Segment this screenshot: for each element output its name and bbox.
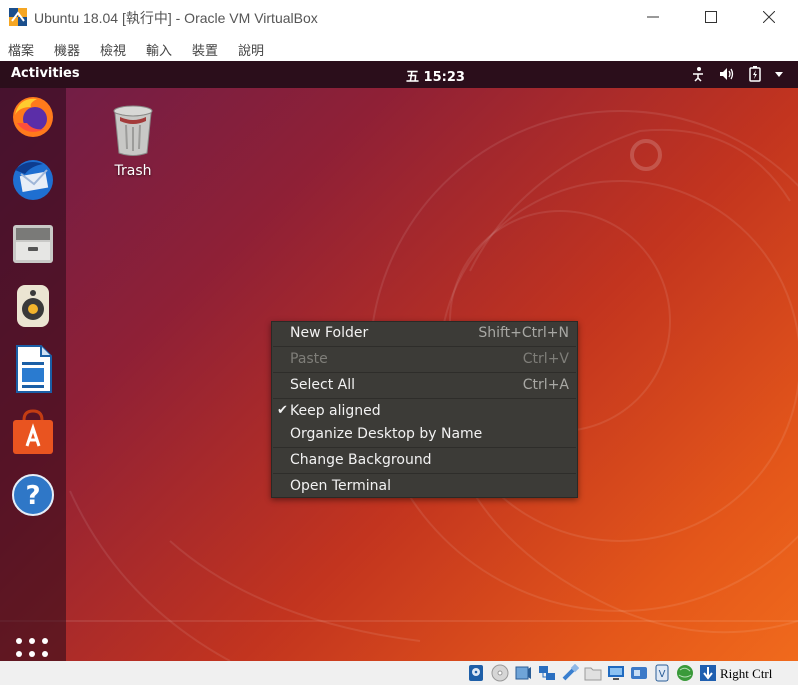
menu-separator	[273, 372, 576, 373]
system-menu-arrow-icon[interactable]	[774, 66, 784, 82]
menu-item-shortcut: Ctrl+V	[522, 351, 569, 367]
trash-label: Trash	[114, 163, 152, 179]
close-button[interactable]	[746, 0, 792, 34]
svg-text:V: V	[659, 669, 666, 680]
window-titlebar: Ubuntu 18.04 [執行中] - Oracle VM VirtualBo…	[0, 0, 798, 34]
menu-separator	[273, 473, 576, 474]
menu-item-label: Paste	[290, 351, 328, 367]
libreoffice-writer-icon	[16, 345, 52, 393]
minimize-button[interactable]	[630, 0, 676, 34]
recording-icon[interactable]	[630, 664, 648, 682]
dock-firefox[interactable]	[8, 92, 58, 142]
menu-item-label: Keep aligned	[290, 403, 381, 419]
arrow-down-icon[interactable]	[699, 664, 717, 682]
mouse-integration-icon[interactable]	[676, 664, 694, 682]
thunderbird-icon	[13, 160, 53, 200]
menu-file[interactable]: 檔案	[8, 40, 34, 59]
menu-item-change-background[interactable]: Change Background	[272, 449, 577, 473]
menu-item-shortcut: Ctrl+A	[522, 377, 569, 393]
ubuntu-software-icon	[13, 409, 53, 454]
shared-folders-icon[interactable]	[584, 664, 602, 682]
clock[interactable]: 五 15:23	[406, 66, 465, 85]
close-icon	[763, 11, 775, 23]
menu-input[interactable]: 輸入	[146, 40, 172, 59]
dock-help[interactable]: ?	[8, 470, 58, 520]
rhythmbox-icon	[17, 285, 49, 327]
dock-files[interactable]	[8, 218, 58, 268]
menu-item-open-terminal[interactable]: Open Terminal	[272, 475, 577, 499]
menu-item-new-folder[interactable]: New Folder Shift+Ctrl+N	[272, 322, 577, 346]
menu-item-keep-aligned[interactable]: ✔ Keep aligned	[272, 400, 577, 424]
trash-icon	[113, 105, 153, 156]
menu-item-label: Open Terminal	[290, 478, 392, 494]
audio-icon[interactable]	[514, 664, 532, 682]
display-icon[interactable]	[607, 664, 625, 682]
host-key-label[interactable]: Right Ctrl	[720, 666, 772, 682]
dock-libreoffice-writer[interactable]	[8, 344, 58, 394]
accessibility-icon[interactable]	[690, 66, 706, 82]
activities-button[interactable]: Activities	[11, 66, 80, 81]
cpu-icon[interactable]: V	[653, 664, 671, 682]
menu-item-shortcut: Shift+Ctrl+N	[478, 325, 569, 341]
menu-machine[interactable]: 機器	[54, 40, 80, 59]
show-applications-icon[interactable]	[14, 636, 50, 661]
virtualbox-app-icon	[9, 8, 27, 26]
svg-text:?: ?	[25, 481, 40, 511]
menu-separator	[273, 398, 576, 399]
menu-item-label: Organize Desktop by Name	[290, 426, 483, 442]
menu-separator	[273, 447, 576, 448]
network-icon[interactable]	[538, 664, 556, 682]
vbox-menubar: 檔案 機器 檢視 輸入 裝置 說明	[0, 36, 798, 60]
guest-screen[interactable]: Activities 五 15:23 ? Trash New Folder Sh…	[0, 61, 798, 661]
dock-rhythmbox[interactable]	[8, 281, 58, 331]
menu-item-organize-desktop[interactable]: Organize Desktop by Name	[272, 423, 577, 447]
maximize-icon	[705, 11, 717, 23]
dock-ubuntu-software[interactable]	[8, 407, 58, 457]
battery-icon[interactable]	[748, 66, 762, 82]
volume-icon[interactable]	[718, 66, 734, 82]
gnome-topbar: Activities 五 15:23	[0, 61, 798, 88]
optical-drive-icon[interactable]	[491, 664, 509, 682]
minimize-icon	[647, 16, 659, 18]
window-title: Ubuntu 18.04 [執行中] - Oracle VM VirtualBo…	[34, 10, 318, 26]
desktop-context-menu: New Folder Shift+Ctrl+N Paste Ctrl+V Sel…	[271, 321, 578, 498]
maximize-button[interactable]	[688, 0, 734, 34]
usb-icon[interactable]	[561, 664, 579, 682]
menu-item-paste: Paste Ctrl+V	[272, 348, 577, 372]
firefox-icon	[13, 97, 53, 137]
trash-desktop-icon[interactable]: Trash	[102, 103, 164, 183]
menu-devices[interactable]: 裝置	[192, 40, 218, 59]
checkmark-icon: ✔	[277, 403, 288, 418]
menu-item-label: Change Background	[290, 452, 432, 468]
menu-separator	[273, 346, 576, 347]
menu-item-select-all[interactable]: Select All Ctrl+A	[272, 374, 577, 398]
dock: ?	[0, 88, 66, 661]
help-icon: ?	[12, 474, 54, 516]
files-icon	[13, 225, 53, 263]
dock-thunderbird[interactable]	[8, 155, 58, 205]
menu-item-label: New Folder	[290, 325, 369, 341]
menu-item-label: Select All	[290, 377, 355, 393]
hard-disk-icon[interactable]	[467, 664, 485, 682]
vbox-statusbar: V Right Ctrl	[0, 661, 798, 685]
menu-view[interactable]: 檢視	[100, 40, 126, 59]
menu-help[interactable]: 說明	[238, 40, 264, 59]
